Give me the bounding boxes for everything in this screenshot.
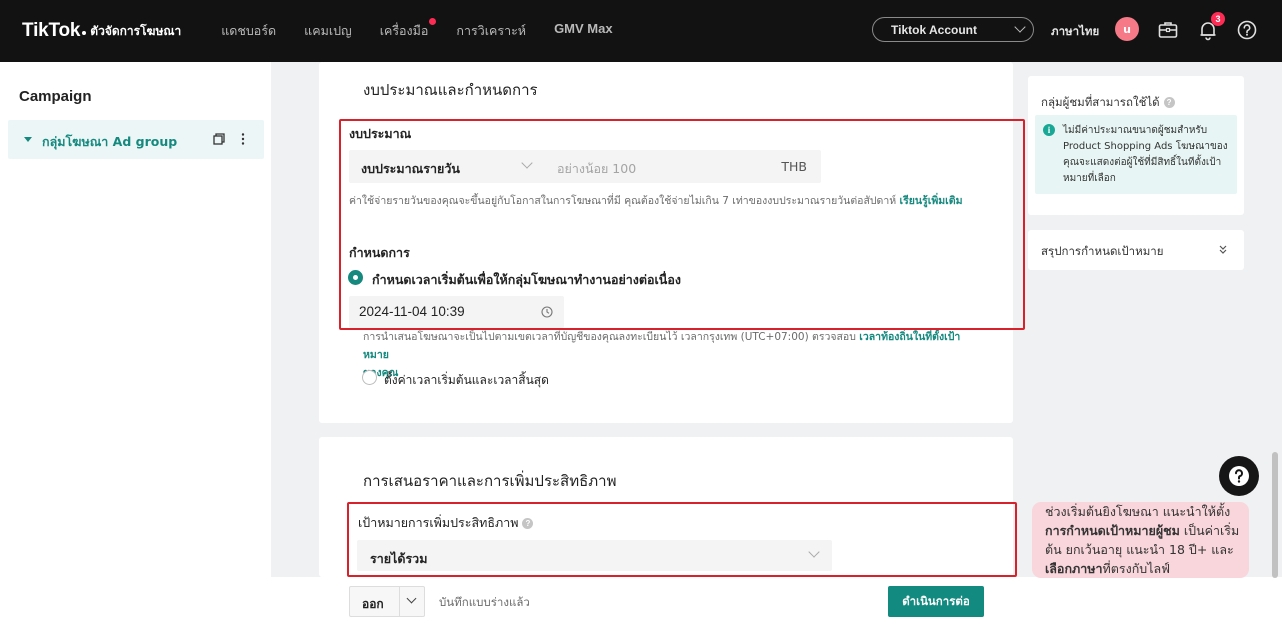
tip-line1: ช่วงเริ่มต้นยิงโฆษณา แนะนำให้ตั้ง [1045, 504, 1231, 519]
nav-gmv-max[interactable]: GMV Max [554, 21, 613, 41]
avatar[interactable]: u [1115, 17, 1139, 41]
logo-text: TikTok [22, 20, 81, 41]
timezone-hint-text: การนำเสนอโฆษณาจะเป็นไปตามเขตเวลาที่บัญชี… [363, 331, 856, 343]
highlight-box-goal [347, 502, 1017, 577]
account-selector[interactable]: Tiktok Account [872, 17, 1034, 42]
logo-subtitle: ตัวจัดการโฆษณา [90, 23, 182, 38]
tip-line3: ที่ตรงกับไลฟ์ [1102, 561, 1171, 576]
notification-badge: 3 [1211, 12, 1225, 26]
sidebar-item-label: กลุ่มโฆษณา Ad group [42, 134, 178, 149]
draft-saved-status: บันทึกแบบร่างแล้ว [439, 595, 530, 609]
caret-down-icon[interactable] [24, 137, 32, 142]
tiktok-ads-logo[interactable]: TikTok ตัวจัดการโฆษณา [22, 20, 181, 42]
tip-bold-language: เลือกภาษา [1045, 561, 1103, 576]
exit-button-label: ออก [362, 597, 384, 611]
exit-button[interactable]: ออก [349, 586, 425, 617]
question-icon[interactable]: ? [1163, 97, 1175, 108]
targeting-summary-title: สรุปการกำหนดเป้าหมาย [1041, 244, 1164, 258]
info-icon: i [1043, 124, 1055, 136]
more-vertical-icon[interactable] [237, 132, 249, 146]
exit-button-divider [399, 587, 400, 616]
audience-panel-title: กลุ่มผู้ชมที่สามารถใช้ได้? [1041, 94, 1175, 112]
copy-icon[interactable] [213, 133, 225, 145]
audience-title-text: กลุ่มผู้ชมที่สามารถใช้ได้ [1041, 95, 1160, 109]
tip-text: ช่วงเริ่มต้นยิงโฆษณา แนะนำให้ตั้ง การกำห… [1045, 502, 1245, 578]
radio-start-end-label: ตั้งค่าเวลาเริ่มต้นและเวลาสิ้นสุด [384, 373, 549, 387]
campaign-sidebar: Campaign กลุ่มโฆษณา Ad group [0, 62, 271, 631]
audience-panel: กลุ่มผู้ชมที่สามารถใช้ได้? i ไม่มีค่าประ… [1028, 76, 1244, 215]
help-icon[interactable] [1236, 19, 1258, 41]
audience-info-box: i ไม่มีค่าประมาณขนาดผู้ชมสำหรับ Product … [1035, 115, 1237, 194]
tip-bubble: ช่วงเริ่มต้นยิงโฆษณา แนะนำให้ตั้ง การกำห… [1032, 502, 1249, 578]
nav-dashboard[interactable]: แดชบอร์ด [221, 21, 276, 41]
highlight-box-budget [339, 119, 1025, 330]
nav-campaign[interactable]: แคมเปญ [304, 21, 352, 41]
sidebar-title: Campaign [19, 88, 92, 105]
chevron-down-icon [1014, 21, 1026, 33]
nav-analytics[interactable]: การวิเคราะห์ [456, 21, 526, 41]
main-nav: แดชบอร์ด แคมเปญ เครื่องมือ การวิเคราะห์ … [221, 18, 640, 41]
nav-tools[interactable]: เครื่องมือ [379, 18, 437, 41]
bidding-section-title: การเสนอราคาและการเพิ่มประสิทธิภาพ [363, 472, 617, 490]
double-chevron-down-icon[interactable] [1218, 243, 1228, 255]
logo-dot [82, 31, 87, 35]
briefcase-icon[interactable] [1157, 19, 1179, 41]
question-circle-icon [1229, 466, 1249, 486]
nav-tools-dot [429, 18, 437, 25]
budget-section-title: งบประมาณและกำหนดการ [363, 81, 538, 99]
language-switch[interactable]: ภาษาไทย [1051, 23, 1099, 41]
page-scrollbar[interactable] [1272, 452, 1278, 578]
chevron-down-icon[interactable] [406, 593, 417, 604]
nav-tools-label: เครื่องมือ [379, 23, 429, 38]
help-fab-button[interactable] [1219, 456, 1259, 496]
radio-start-end[interactable] [362, 370, 377, 385]
tip-bold-audience: การกำหนดเป้าหมายผู้ชม [1045, 523, 1180, 538]
audience-info-text: ไม่มีค่าประมาณขนาดผู้ชมสำหรับ Product Sh… [1063, 125, 1228, 184]
sidebar-item-ad-group[interactable]: กลุ่มโฆษณา Ad group [8, 120, 264, 159]
targeting-summary-panel[interactable]: สรุปการกำหนดเป้าหมาย [1028, 230, 1244, 270]
continue-button[interactable]: ดำเนินการต่อ [888, 586, 984, 617]
account-name: Tiktok Account [891, 22, 978, 37]
